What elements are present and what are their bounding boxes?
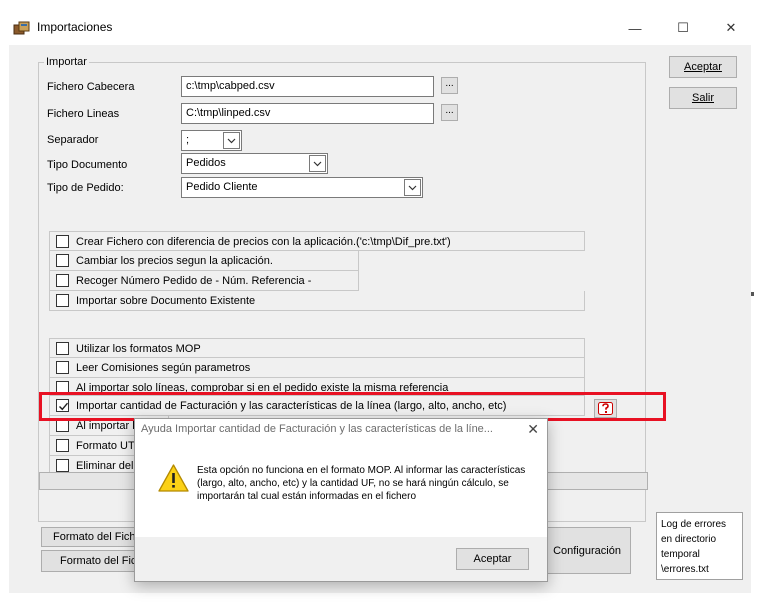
log-note: Log de errores en directorio temporal \e…	[656, 512, 743, 580]
separator-combo[interactable]: ;	[181, 130, 242, 151]
checkbox[interactable]	[56, 439, 69, 452]
option-price-diff-file[interactable]: Crear Fichero con diferencia de precios …	[49, 231, 585, 251]
header-file-browse-button[interactable]: ...	[441, 77, 458, 94]
highlight-frame	[39, 392, 666, 421]
options-list-1: Crear Fichero con diferencia de precios …	[49, 231, 585, 311]
chevron-down-icon[interactable]	[223, 132, 240, 149]
checkbox[interactable]	[56, 235, 69, 248]
lines-file-label: Fichero Lineas	[47, 108, 120, 120]
dialog-footer: Aceptar	[135, 537, 547, 581]
checkbox[interactable]	[56, 254, 69, 267]
checkbox[interactable]	[56, 459, 69, 472]
header-file-input[interactable]: c:\tmp\cabped.csv	[181, 76, 434, 97]
checkbox[interactable]	[56, 361, 69, 374]
checkbox[interactable]	[56, 294, 69, 307]
app-icon	[13, 19, 30, 36]
dialog-title: Ayuda Importar cantidad de Facturación y…	[141, 423, 493, 435]
doc-type-label: Tipo Documento	[47, 159, 128, 171]
dialog-close-button[interactable]: ✕	[527, 421, 539, 438]
lines-file-input[interactable]: C:\tmp\linped.csv	[181, 103, 434, 124]
separator-label: Separador	[47, 134, 99, 146]
help-dialog: Ayuda Importar cantidad de Facturación y…	[134, 418, 548, 582]
doc-type-combo[interactable]: Pedidos	[181, 153, 328, 174]
chevron-down-icon[interactable]	[404, 179, 421, 196]
lines-file-browse-button[interactable]: ...	[441, 104, 458, 121]
option-import-existing-doc[interactable]: Importar sobre Documento Existente	[49, 291, 585, 311]
doc-type-value: Pedidos	[186, 157, 226, 169]
accept-button[interactable]: Aceptar	[669, 56, 737, 78]
warning-icon	[157, 463, 190, 496]
dialog-ok-button[interactable]: Aceptar	[456, 548, 529, 570]
option-mop-formats[interactable]: Utilizar los formatos MOP	[49, 338, 585, 358]
order-type-label: Tipo de Pedido:	[47, 182, 124, 194]
edge-mark	[751, 292, 754, 296]
option-read-commissions[interactable]: Leer Comisiones según parametros	[49, 358, 585, 378]
order-type-combo[interactable]: Pedido Cliente	[181, 177, 423, 198]
header-file-label: Fichero Cabecera	[47, 81, 135, 93]
checkbox[interactable]	[56, 342, 69, 355]
chevron-down-icon[interactable]	[309, 155, 326, 172]
import-group-title: Importar	[44, 56, 89, 68]
close-button[interactable]: ✕	[708, 14, 754, 42]
checkbox[interactable]	[56, 274, 69, 287]
maximize-button[interactable]: ☐	[660, 14, 706, 42]
option-order-number-from-ref[interactable]: Recoger Número Pedido de - Núm. Referenc…	[49, 271, 359, 291]
window-title: Importaciones	[37, 20, 113, 34]
dialog-message: Esta opción no funciona en el formato MO…	[197, 465, 526, 502]
separator-value: ;	[186, 134, 190, 146]
exit-button[interactable]: Salir	[669, 87, 737, 109]
order-type-value: Pedido Cliente	[186, 181, 258, 193]
option-change-prices[interactable]: Cambiar los precios segun la aplicación.	[49, 251, 359, 271]
minimize-button[interactable]: —	[612, 14, 658, 42]
